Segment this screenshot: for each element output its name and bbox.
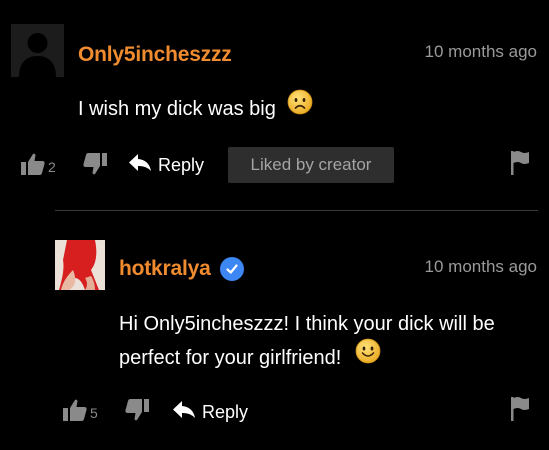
comment-text-line-2-row: perfect for your girlfriend! — [119, 338, 539, 375]
verified-badge-icon — [219, 257, 244, 281]
reply-button[interactable]: Reply — [128, 153, 204, 178]
comment-1: Only5incheszzz 10 months ago I wish my d… — [0, 0, 549, 200]
comment-username[interactable]: Only5incheszzz — [78, 43, 232, 67]
reply-label: Reply — [202, 402, 249, 422]
comment-text-line-1: Hi Only5incheszzz! I think your dick wil… — [119, 313, 495, 335]
avatar[interactable] — [55, 240, 105, 290]
default-avatar-icon[interactable] — [11, 24, 64, 77]
like-button[interactable]: 2 — [20, 152, 56, 181]
comment-timestamp: 10 months ago — [424, 257, 537, 276]
comment-timestamp: 10 months ago — [424, 42, 537, 61]
like-count: 2 — [48, 158, 56, 175]
liked-by-creator-badge: Liked by creator — [228, 147, 394, 183]
like-count: 5 — [90, 404, 98, 421]
comment-text: I wish my dick was big — [78, 98, 276, 120]
flag-button[interactable] — [510, 150, 530, 181]
flag-icon — [510, 151, 530, 180]
comment-text-row: I wish my dick was big — [78, 89, 313, 126]
thumbs-up-icon — [20, 152, 46, 181]
username-row: hotkralya — [119, 257, 244, 281]
comment-username[interactable]: hotkralya — [119, 257, 211, 281]
smile-face-emoji-icon — [355, 338, 381, 375]
like-button[interactable]: 5 — [62, 398, 98, 427]
thumbs-up-icon — [62, 398, 88, 427]
comment-text: Hi Only5incheszzz! I think your dick wil… — [119, 307, 539, 375]
sad-face-emoji-icon — [287, 89, 313, 126]
dislike-button[interactable] — [124, 398, 150, 427]
reply-button[interactable]: Reply — [172, 400, 248, 425]
flag-button[interactable] — [510, 396, 530, 427]
reply-arrow-icon — [172, 400, 196, 425]
comment-text-line-2: perfect for your girlfriend! — [119, 347, 342, 369]
flag-icon — [510, 397, 530, 426]
reply-label: Reply — [158, 155, 205, 175]
reply-arrow-icon — [128, 153, 152, 178]
thumbs-down-icon — [124, 398, 150, 427]
thread-divider — [55, 210, 538, 211]
comment-2: hotkralya 10 months ago Hi Only5incheszz… — [0, 215, 549, 450]
dislike-button[interactable] — [82, 152, 108, 181]
thumbs-down-icon — [82, 152, 108, 181]
